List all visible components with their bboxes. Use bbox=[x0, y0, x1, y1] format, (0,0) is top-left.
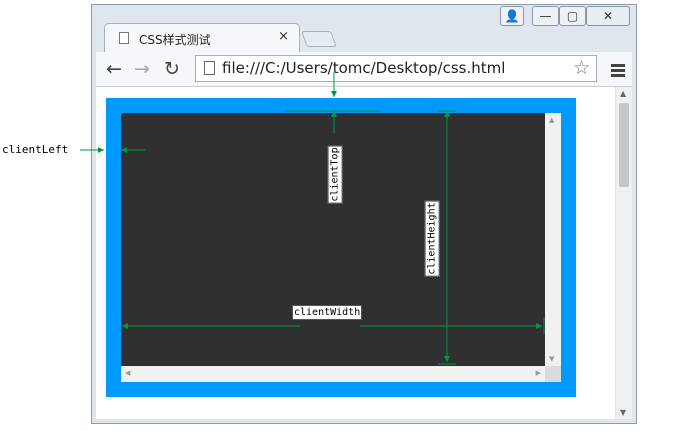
forward-icon[interactable]: → bbox=[134, 58, 150, 80]
scroll-up-icon[interactable]: ▲ bbox=[620, 89, 626, 98]
scroll-down-icon[interactable]: ▼ bbox=[620, 408, 626, 417]
scroll-up-icon[interactable]: ▲ bbox=[549, 116, 554, 124]
page-icon bbox=[204, 61, 215, 75]
back-icon[interactable]: ← bbox=[106, 58, 122, 80]
client-width-label: clientWidth bbox=[292, 305, 363, 320]
star-icon[interactable]: ☆ bbox=[573, 57, 590, 79]
scroll-left-icon[interactable]: ◀ bbox=[125, 369, 130, 377]
client-top-label: clientTop bbox=[327, 145, 343, 204]
client-left-label: clientLeft bbox=[2, 143, 69, 156]
user-icon[interactable]: 👤 bbox=[500, 6, 524, 26]
url-text[interactable]: file:///C:/Users/tomc/Desktop/css.html bbox=[222, 59, 505, 77]
close-window-button[interactable]: ✕ bbox=[586, 6, 630, 26]
scroll-right-icon[interactable]: ▶ bbox=[536, 369, 541, 377]
menu-icon[interactable] bbox=[611, 64, 625, 79]
tab-css-test[interactable]: CSS样式测试 × bbox=[104, 23, 300, 53]
close-icon[interactable]: × bbox=[278, 29, 289, 44]
toolbar: ← → ↻ file:///C:/Users/tomc/Desktop/css.… bbox=[96, 52, 632, 87]
maximize-button[interactable]: ▢ bbox=[559, 6, 586, 26]
demo-box-border: ▲ ▼ ◀ ▶ bbox=[106, 98, 576, 397]
client-height-label: clientHeight bbox=[424, 200, 440, 277]
scrollbar-corner bbox=[545, 366, 561, 382]
page-icon bbox=[119, 32, 129, 44]
address-bar[interactable]: file:///C:/Users/tomc/Desktop/css.html ☆ bbox=[195, 55, 597, 82]
scroll-down-icon[interactable]: ▼ bbox=[549, 355, 554, 363]
page-viewport: ▲ ▼ ◀ ▶ ▲ ▼ bbox=[96, 87, 632, 419]
reload-icon[interactable]: ↻ bbox=[164, 58, 180, 80]
minimize-button[interactable]: — bbox=[532, 6, 559, 26]
inner-horizontal-scrollbar[interactable]: ◀ ▶ bbox=[121, 366, 545, 382]
page-vertical-scrollbar[interactable]: ▲ ▼ bbox=[615, 87, 632, 419]
inner-vertical-scrollbar[interactable]: ▲ ▼ bbox=[545, 113, 561, 366]
tab-title: CSS样式测试 bbox=[139, 33, 211, 47]
browser-window: 👤 — ▢ ✕ CSS样式测试 × ← → ↻ file:///C:/Users… bbox=[91, 4, 637, 424]
new-tab-button[interactable] bbox=[301, 31, 337, 47]
scrollbar-thumb[interactable] bbox=[619, 103, 629, 187]
